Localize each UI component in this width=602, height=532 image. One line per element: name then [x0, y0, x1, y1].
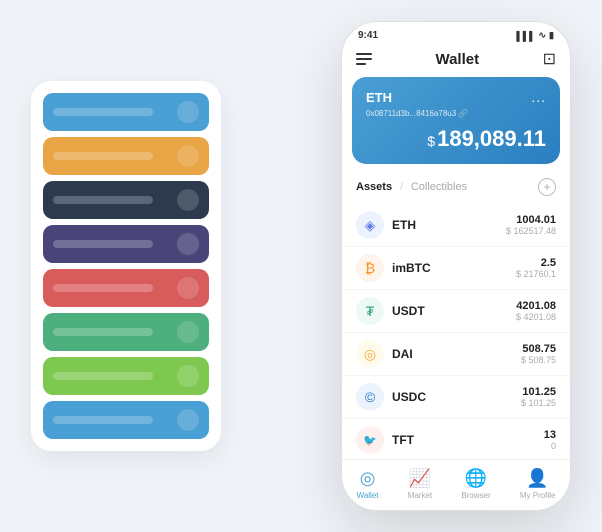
wallet-nav-icon: ◎ [360, 468, 376, 489]
asset-values: 508.75 $ 508.75 [521, 343, 556, 365]
asset-amount: 101.25 [521, 386, 556, 398]
asset-usd: $ 162517.48 [506, 226, 556, 236]
tab-separator: / [400, 182, 403, 193]
assets-header: Assets / Collectibles + [342, 174, 570, 204]
eth-card-header: ETH ... [366, 89, 546, 105]
tab-collectibles[interactable]: Collectibles [411, 181, 467, 193]
browser-nav-icon: 🌐 [465, 468, 487, 489]
page-title: Wallet [435, 51, 479, 68]
asset-name: ETH [392, 218, 506, 232]
list-item[interactable] [43, 313, 209, 351]
nav-profile-label: My Profile [520, 491, 556, 500]
nav-browser[interactable]: 🌐 Browser [461, 468, 490, 500]
asset-values: 13 0 [544, 429, 556, 451]
list-item[interactable] [43, 93, 209, 131]
list-item[interactable] [43, 225, 209, 263]
eth-card[interactable]: ETH ... 0x08711d3b...8416a78u3 🔗 $189,08… [352, 77, 560, 164]
asset-usd: $ 4201.08 [516, 312, 556, 322]
card-list [31, 81, 221, 451]
status-bar: 9:41 ▌▌▌ ∿ ▮ [342, 22, 570, 45]
asset-row-dai[interactable]: ◎ DAI 508.75 $ 508.75 [342, 333, 570, 376]
eth-card-balance: $189,089.11 [366, 126, 546, 152]
asset-amount: 508.75 [521, 343, 556, 355]
asset-amount: 13 [544, 429, 556, 441]
eth-card-address: 0x08711d3b...8416a78u3 🔗 [366, 109, 546, 118]
list-item[interactable] [43, 137, 209, 175]
dai-icon: ◎ [356, 340, 384, 368]
battery-icon: ▮ [549, 30, 554, 41]
asset-amount: 2.5 [516, 257, 556, 269]
usdc-icon: © [356, 383, 384, 411]
eth-card-title: ETH [366, 90, 392, 105]
profile-nav-icon: 👤 [526, 468, 548, 489]
scene: 9:41 ▌▌▌ ∿ ▮ Wallet ⊡ ETH ... 0x08711d3b… [11, 11, 591, 521]
time: 9:41 [358, 30, 378, 41]
asset-row-usdc[interactable]: © USDC 101.25 $ 101.25 [342, 376, 570, 419]
nav-market[interactable]: 📈 Market [408, 468, 432, 500]
tft-icon: 🐦 [356, 426, 384, 454]
list-item[interactable] [43, 357, 209, 395]
asset-usd: $ 508.75 [521, 355, 556, 365]
signal-icon: ▌▌▌ [516, 31, 535, 41]
add-asset-button[interactable]: + [538, 178, 556, 196]
asset-usd: 0 [544, 441, 556, 451]
list-item[interactable] [43, 269, 209, 307]
phone-header: Wallet ⊡ [342, 45, 570, 77]
asset-row-imbtc[interactable]: ₿ imBTC 2.5 $ 21760.1 [342, 247, 570, 290]
asset-row-usdt[interactable]: ₮ USDT 4201.08 $ 4201.08 [342, 290, 570, 333]
asset-name: USDT [392, 304, 516, 318]
asset-values: 2.5 $ 21760.1 [516, 257, 556, 279]
tab-assets[interactable]: Assets [356, 181, 392, 193]
nav-profile[interactable]: 👤 My Profile [520, 468, 556, 500]
nav-wallet-label: Wallet [357, 491, 379, 500]
asset-values: 1004.01 $ 162517.48 [506, 214, 556, 236]
menu-icon[interactable] [356, 53, 372, 65]
asset-row-tft[interactable]: 🐦 TFT 13 0 [342, 419, 570, 459]
asset-row-eth[interactable]: ◈ ETH 1004.01 $ 162517.48 [342, 204, 570, 247]
list-item[interactable] [43, 401, 209, 439]
market-nav-icon: 📈 [409, 468, 431, 489]
asset-name: imBTC [392, 261, 516, 275]
asset-name: DAI [392, 347, 521, 361]
imbtc-icon: ₿ [356, 254, 384, 282]
assets-tabs: Assets / Collectibles [356, 181, 467, 193]
list-item[interactable] [43, 181, 209, 219]
phone: 9:41 ▌▌▌ ∿ ▮ Wallet ⊡ ETH ... 0x08711d3b… [341, 21, 571, 511]
nav-wallet[interactable]: ◎ Wallet [357, 468, 379, 500]
asset-values: 101.25 $ 101.25 [521, 386, 556, 408]
asset-name: USDC [392, 390, 521, 404]
eth-card-menu[interactable]: ... [531, 89, 546, 105]
asset-list: ◈ ETH 1004.01 $ 162517.48 ₿ imBTC 2.5 $ … [342, 204, 570, 459]
scan-icon[interactable]: ⊡ [543, 49, 556, 69]
nav-market-label: Market [408, 491, 432, 500]
asset-usd: $ 21760.1 [516, 269, 556, 279]
asset-amount: 4201.08 [516, 300, 556, 312]
asset-name: TFT [392, 433, 544, 447]
usdt-icon: ₮ [356, 297, 384, 325]
eth-icon: ◈ [356, 211, 384, 239]
asset-values: 4201.08 $ 4201.08 [516, 300, 556, 322]
balance-symbol: $ [427, 133, 435, 149]
bottom-nav: ◎ Wallet 📈 Market 🌐 Browser 👤 My Profile [342, 459, 570, 510]
asset-usd: $ 101.25 [521, 398, 556, 408]
asset-amount: 1004.01 [506, 214, 556, 226]
status-icons: ▌▌▌ ∿ ▮ [516, 30, 554, 41]
nav-browser-label: Browser [461, 491, 490, 500]
wifi-icon: ∿ [539, 30, 547, 41]
